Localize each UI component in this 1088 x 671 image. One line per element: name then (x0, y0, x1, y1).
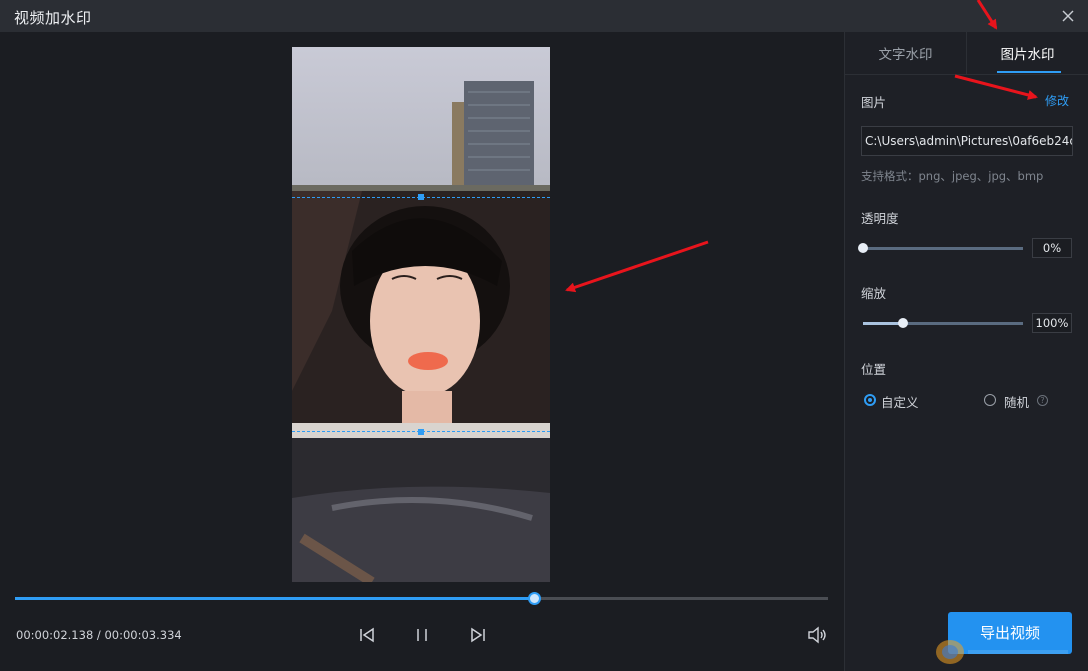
next-frame-icon (471, 627, 485, 643)
position-random-label[interactable]: 随机 (1004, 392, 1029, 411)
opacity-label: 透明度 (861, 211, 899, 226)
opacity-slider[interactable] (858, 243, 1023, 253)
resize-handle-top[interactable] (418, 194, 424, 200)
watermark-dialog: 视频加水印 00:00:02.138 / 00:00:03.334 文字水印 图… (0, 0, 1088, 671)
window-title: 视频加水印 (14, 9, 92, 27)
title-bar: 视频加水印 (0, 0, 1088, 33)
tab-image-watermark[interactable]: 图片水印 (967, 32, 1088, 74)
video-scene-building (292, 47, 550, 191)
volume-icon (808, 626, 826, 644)
position-custom-radio[interactable] (864, 394, 876, 406)
video-scene-table (292, 438, 550, 582)
video-preview-area: 00:00:02.138 / 00:00:03.334 (0, 32, 844, 671)
close-button[interactable] (1058, 6, 1078, 26)
position-label: 位置 (861, 362, 887, 377)
watermark-selection-box[interactable] (292, 194, 550, 435)
scale-label: 缩放 (861, 286, 887, 301)
opacity-value-field[interactable]: 0% (1032, 238, 1072, 258)
opacity-slider-thumb[interactable] (858, 243, 868, 253)
tab-text-watermark[interactable]: 文字水印 (845, 32, 967, 74)
progress-bar[interactable] (15, 592, 828, 605)
scale-slider-fill (863, 322, 903, 325)
progress-thumb[interactable] (527, 592, 541, 605)
time-separator: / (93, 628, 105, 642)
position-random-radio[interactable] (984, 394, 996, 406)
image-path-field[interactable]: C:\Users\admin\Pictures\0af6eb24c (861, 126, 1073, 156)
settings-panel: 文字水印 图片水印 图片 修改 C:\Users\admin\Pictures\… (844, 32, 1088, 671)
close-icon (1062, 10, 1074, 22)
prev-frame-icon (360, 627, 374, 643)
scale-slider-thumb[interactable] (898, 318, 908, 328)
resize-handle-bottom[interactable] (418, 429, 424, 435)
help-icon[interactable]: ? (1037, 395, 1048, 406)
active-tab-indicator (997, 71, 1061, 73)
pause-icon (417, 629, 427, 641)
time-readout: 00:00:02.138 / 00:00:03.334 (16, 628, 182, 642)
image-label: 图片 (861, 95, 887, 110)
pause-button[interactable] (411, 624, 433, 646)
tab-bar: 文字水印 图片水印 (845, 32, 1088, 75)
scale-value-field[interactable]: 100% (1032, 313, 1072, 333)
site-logo-watermark (936, 640, 1068, 664)
time-total: 00:00:03.334 (104, 628, 182, 642)
volume-button[interactable] (806, 624, 828, 646)
next-frame-button[interactable] (467, 624, 489, 646)
prev-frame-button[interactable] (356, 624, 378, 646)
position-custom-label[interactable]: 自定义 (881, 392, 919, 411)
scale-slider[interactable] (863, 318, 1023, 328)
modify-image-link[interactable]: 修改 (1045, 92, 1069, 109)
progress-fill (15, 597, 534, 600)
time-current: 00:00:02.138 (16, 628, 94, 642)
format-hint: 支持格式：png、jpeg、jpg、bmp (861, 169, 1044, 183)
